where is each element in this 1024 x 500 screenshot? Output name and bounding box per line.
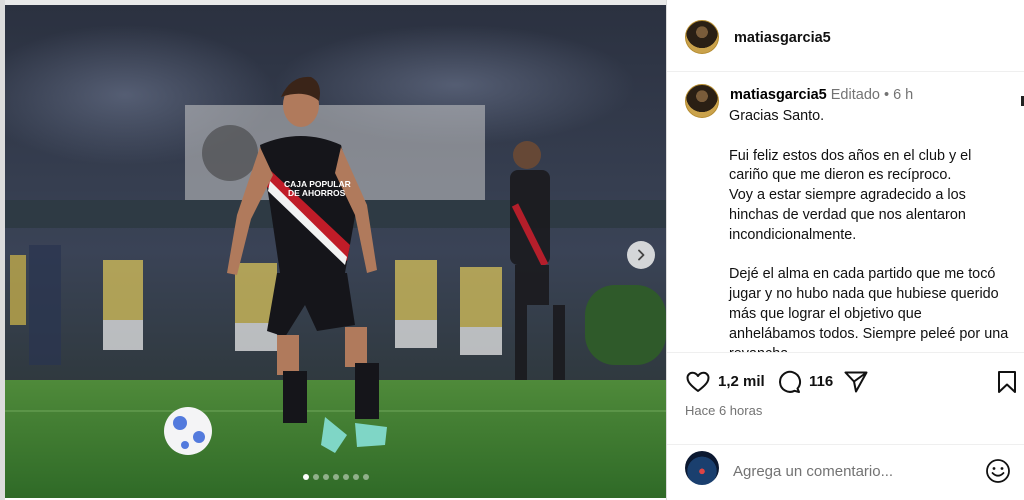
post-header: matiasgarcia5 (667, 0, 1024, 72)
post-time-short[interactable]: 6 h (893, 87, 913, 103)
caption-text: Gracias Santo. Fui feliz estos dos años … (729, 108, 1009, 352)
post-actions: 1,2 mil 116 Hace 6 horas (667, 352, 1024, 444)
instagram-post-view: CAJA POPULAR DE AHORROS matiasgarcia5 ma… (0, 0, 1024, 500)
caption-username[interactable]: matiasgarcia5 (730, 87, 827, 103)
carousel-dot (362, 474, 369, 480)
carousel-dot (342, 474, 349, 480)
comment-input[interactable] (733, 457, 973, 485)
author-avatar[interactable] (685, 20, 719, 54)
comment-bar (667, 444, 1024, 500)
caption-meta: matiasgarcia5 Editado • 6 h (730, 87, 913, 103)
carousel-dot (332, 474, 339, 480)
caption-author-avatar[interactable] (685, 84, 719, 118)
bookmark-icon[interactable] (994, 369, 1020, 395)
comment-bubble-icon[interactable] (776, 369, 802, 395)
post-side-panel: matiasgarcia5 matiasgarcia5 Editado • 6 … (666, 0, 1024, 500)
edited-label: Editado (830, 87, 880, 103)
chevron-right-icon (638, 249, 645, 261)
heart-icon[interactable] (685, 369, 711, 395)
carousel-dot (302, 474, 309, 480)
post-time-ago[interactable]: Hace 6 horas (685, 403, 762, 418)
jersey-sponsor-line-2: DE AHORROS (288, 188, 346, 198)
carousel-dot (352, 474, 359, 480)
send-icon[interactable] (843, 369, 869, 395)
emoji-icon[interactable] (985, 458, 1011, 484)
post-photo: CAJA POPULAR DE AHORROS (5, 5, 666, 498)
meta-separator: • (883, 87, 890, 103)
author-username[interactable]: matiasgarcia5 (734, 30, 831, 46)
post-media[interactable]: CAJA POPULAR DE AHORROS (5, 5, 666, 498)
carousel-indicator (5, 474, 666, 480)
comments-count[interactable]: 116 (809, 373, 833, 390)
carousel-dot (322, 474, 329, 480)
carousel-next-button[interactable] (627, 241, 655, 269)
carousel-dot (312, 474, 319, 480)
caption-area: matiasgarcia5 Editado • 6 h Gracias Sant… (667, 72, 1017, 352)
viewer-avatar (685, 451, 719, 485)
likes-count[interactable]: 1,2 mil (718, 373, 765, 390)
